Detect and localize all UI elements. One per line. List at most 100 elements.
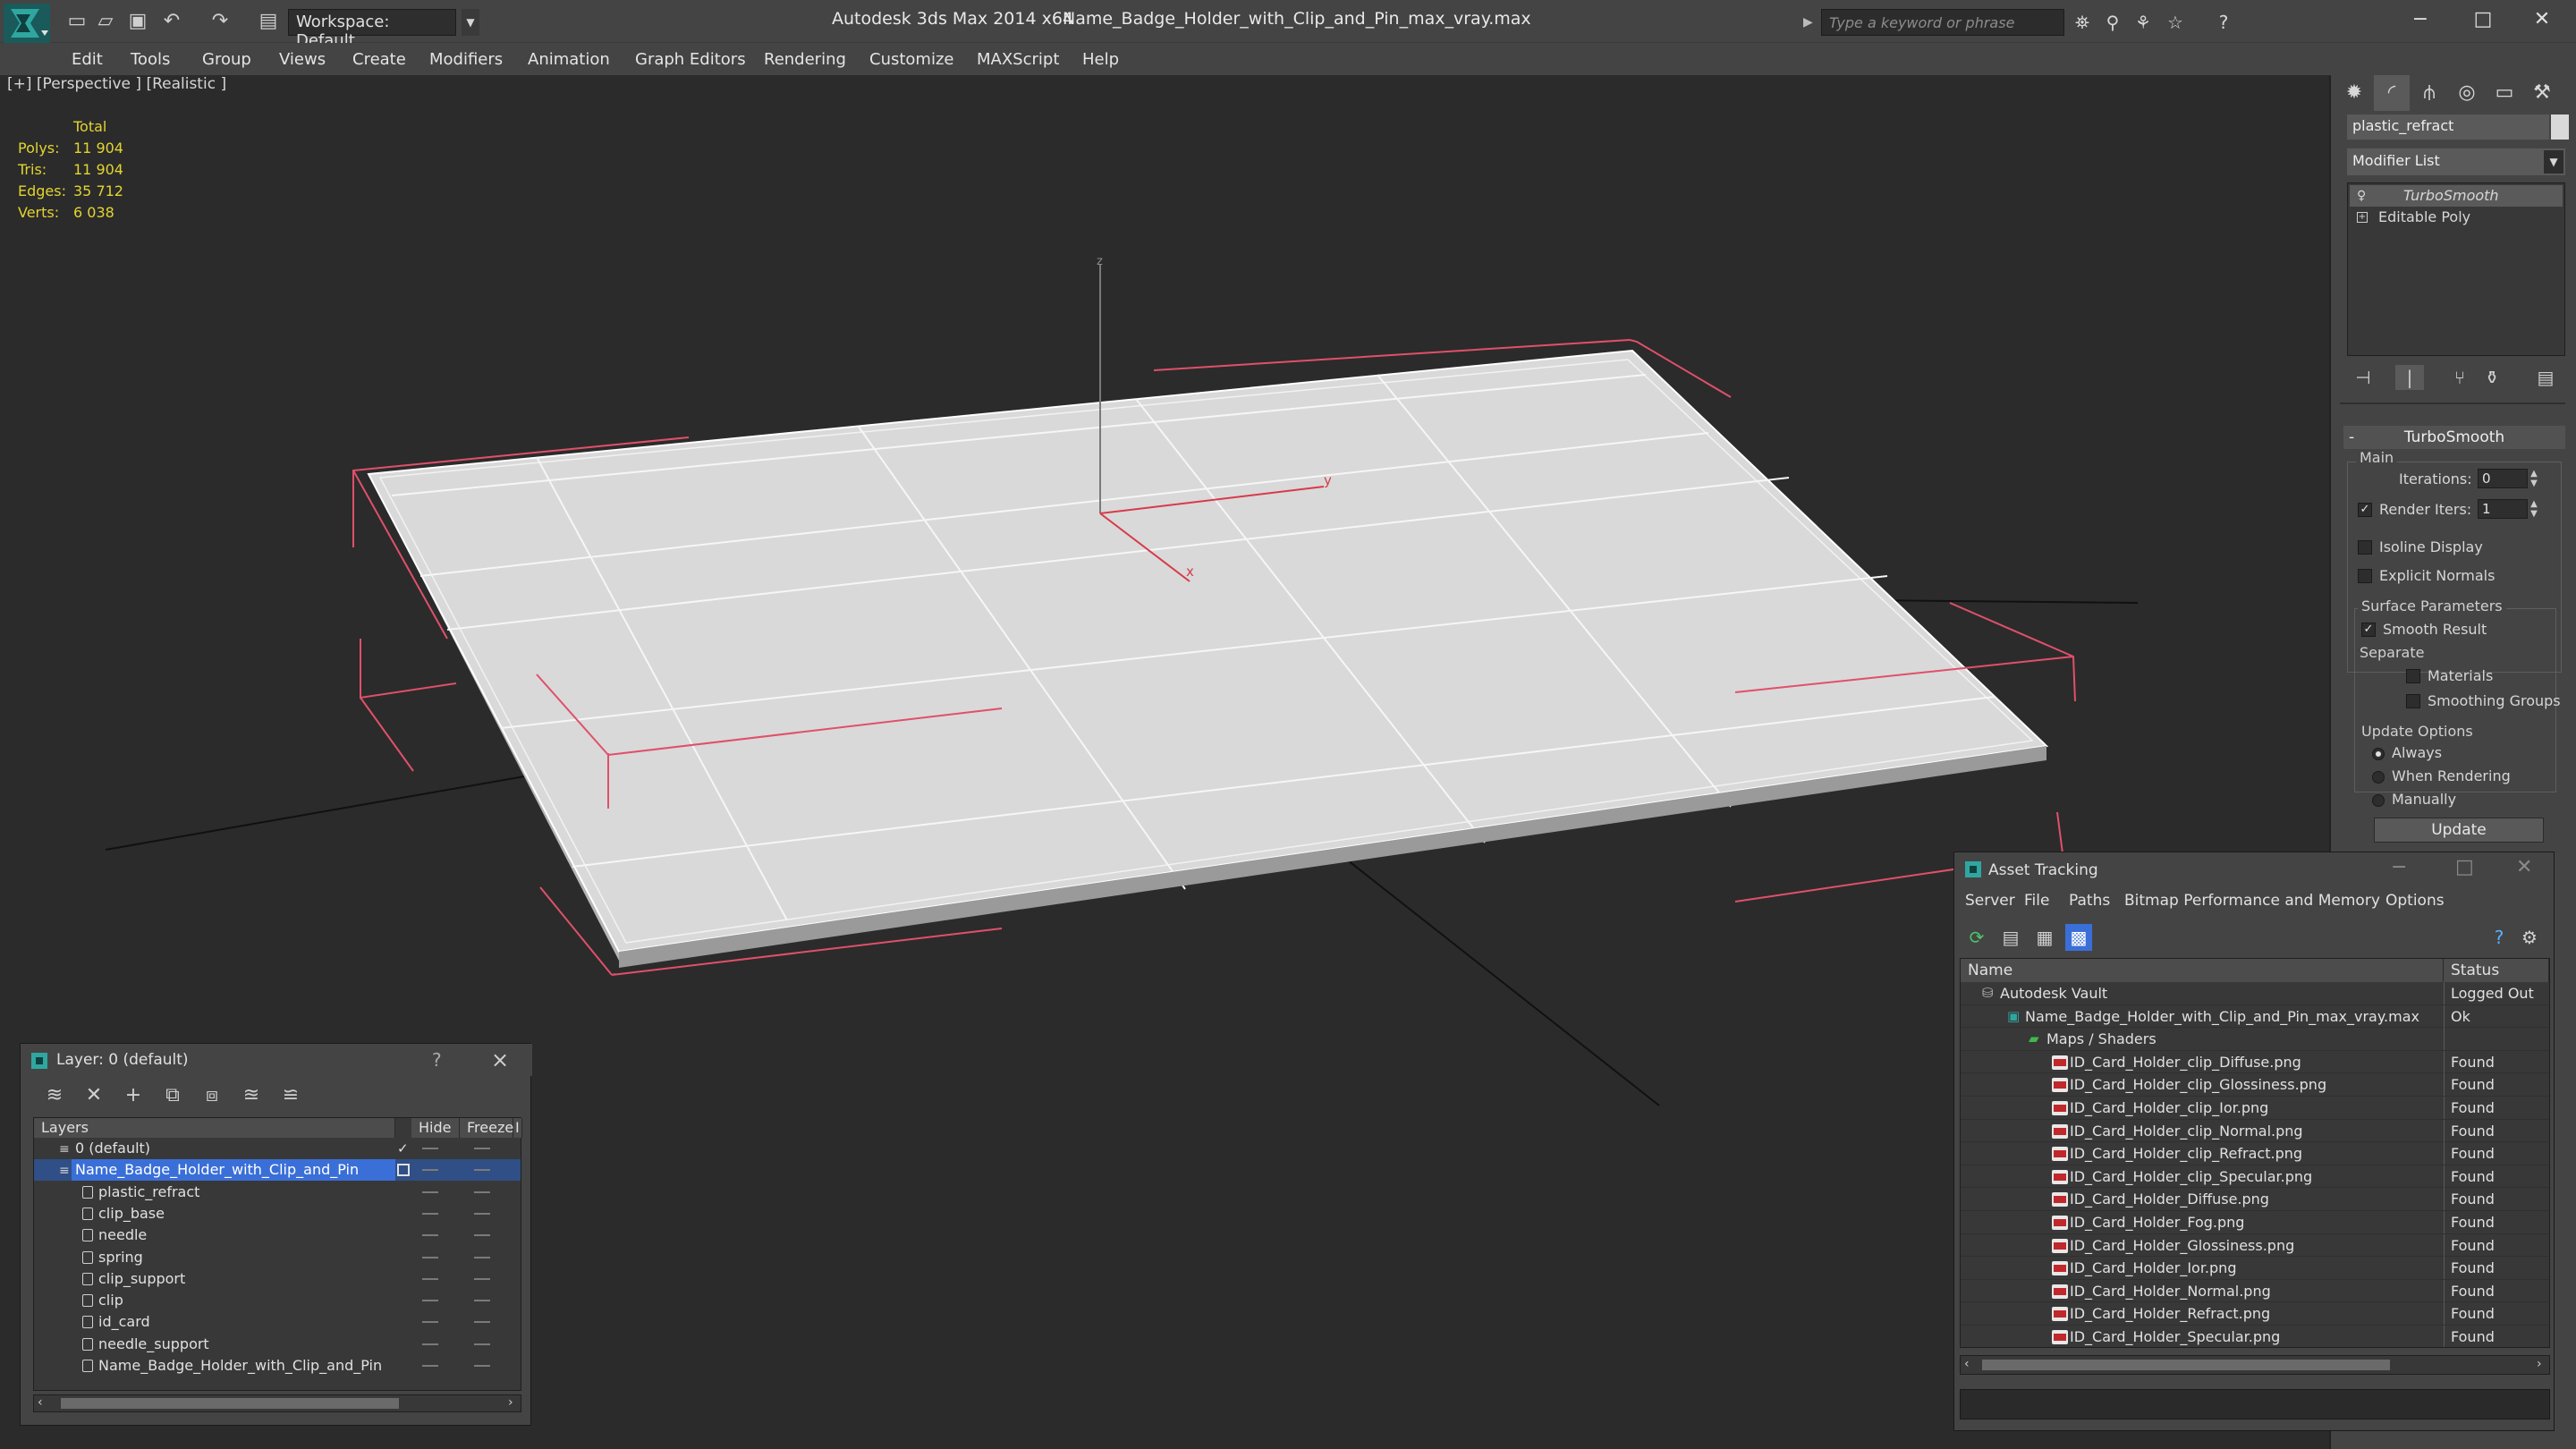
- turbosmooth-rollout-header[interactable]: - TurboSmooth: [2343, 426, 2565, 449]
- update-button[interactable]: Update: [2374, 818, 2544, 843]
- settings-icon[interactable]: ⚙: [2516, 924, 2543, 951]
- hide-all-layers-icon[interactable]: ≊: [235, 1081, 267, 1110]
- asset-row[interactable]: ▣ Name_Badge_Holder_with_Clip_and_Pin_max…: [1961, 1004, 2549, 1029]
- always-radio[interactable]: [2372, 748, 2385, 760]
- open-file-icon[interactable]: ▱: [93, 9, 118, 34]
- freeze-toggle[interactable]: [474, 1300, 490, 1302]
- display-tab-icon[interactable]: ▭: [2487, 75, 2522, 111]
- hide-toggle[interactable]: [422, 1365, 438, 1367]
- smooth-result-checkbox[interactable]: ✓: [2361, 623, 2376, 637]
- asset-menu-options[interactable]: Options: [2385, 892, 2445, 910]
- asset-row[interactable]: ID_Card_Holder_Specular.png Found: [1961, 1326, 2549, 1347]
- search-expand-icon[interactable]: ▶: [1803, 11, 1818, 34]
- make-unique-icon[interactable]: ⑂: [2445, 365, 2474, 390]
- asset-row[interactable]: ID_Card_Holder_Glossiness.png Found: [1961, 1233, 2549, 1258]
- maximize-icon[interactable]: □: [2455, 856, 2474, 878]
- list-view-icon[interactable]: ▤: [1997, 924, 2024, 951]
- col-layers[interactable]: Layers: [34, 1118, 395, 1138]
- add-to-layer-icon[interactable]: +: [117, 1081, 149, 1110]
- object-color-swatch[interactable]: [2551, 114, 2569, 140]
- scroll-left-icon[interactable]: ‹: [38, 1395, 43, 1410]
- menu-create[interactable]: Create: [352, 50, 406, 69]
- asset-menu-file[interactable]: File: [2024, 892, 2049, 910]
- new-file-icon[interactable]: ▭: [64, 9, 89, 34]
- hide-toggle[interactable]: [422, 1148, 438, 1149]
- lightbulb-icon[interactable]: ♀: [2357, 185, 2366, 207]
- iterations-spinner[interactable]: 0: [2478, 469, 2528, 488]
- stack-item-turbosmooth[interactable]: ♀ TurboSmooth: [2350, 185, 2563, 207]
- manually-radio[interactable]: [2372, 794, 2385, 807]
- current-layer-check-icon[interactable]: ✓: [397, 1138, 409, 1159]
- communication-center-icon[interactable]: ⚘: [2131, 11, 2156, 34]
- select-objects-icon[interactable]: ⧉: [157, 1081, 189, 1110]
- hide-toggle[interactable]: [422, 1191, 438, 1193]
- scroll-right-icon[interactable]: ›: [508, 1395, 513, 1410]
- menu-modifiers[interactable]: Modifiers: [429, 50, 503, 69]
- configure-modifier-sets-icon[interactable]: ▤: [2531, 365, 2560, 390]
- asset-path-field[interactable]: [1960, 1389, 2550, 1419]
- create-layer-icon[interactable]: ≋: [38, 1081, 71, 1110]
- modify-tab-icon[interactable]: ◜: [2374, 75, 2410, 111]
- close-icon[interactable]: ✕: [2516, 856, 2532, 878]
- utilities-tab-icon[interactable]: ⚒: [2524, 75, 2560, 111]
- favorites-star-icon[interactable]: ☆: [2163, 11, 2188, 34]
- freeze-toggle[interactable]: [474, 1365, 490, 1367]
- save-icon[interactable]: ▣: [125, 9, 150, 34]
- layer-row[interactable]: needle: [34, 1224, 521, 1246]
- badge-holder-model[interactable]: [367, 349, 2049, 968]
- binoculars-icon[interactable]: ⛯: [2070, 11, 2095, 34]
- asset-menu-bitmap-performance[interactable]: Bitmap Performance and Memory: [2124, 892, 2380, 910]
- hide-toggle[interactable]: [422, 1212, 438, 1215]
- stack-item-editable-poly[interactable]: + Editable Poly: [2350, 207, 2563, 228]
- modifier-list-dropdown[interactable]: Modifier List: [2347, 148, 2565, 175]
- workspace-select[interactable]: Workspace: Default: [288, 9, 456, 50]
- explicit-normals-checkbox[interactable]: [2358, 569, 2372, 583]
- isoline-display-checkbox[interactable]: [2358, 540, 2372, 555]
- minimize-icon[interactable]: −: [2391, 856, 2407, 878]
- asset-menu-server[interactable]: Server: [1965, 892, 2015, 910]
- app-logo-icon[interactable]: [4, 4, 50, 43]
- col-render[interactable]: I: [513, 1118, 522, 1138]
- col-status[interactable]: Status: [2444, 959, 2549, 982]
- freeze-toggle[interactable]: [474, 1343, 490, 1345]
- pin-stack-icon[interactable]: ⊣: [2349, 365, 2377, 390]
- spinner-arrows-icon[interactable]: ▲ ▼: [2528, 469, 2540, 488]
- smoothing-groups-checkbox[interactable]: [2406, 694, 2420, 708]
- freeze-toggle[interactable]: [474, 1148, 490, 1149]
- freeze-toggle[interactable]: [474, 1321, 490, 1324]
- menu-maxscript[interactable]: MAXScript: [977, 50, 1059, 69]
- asset-row[interactable]: ID_Card_Holder_clip_Refract.png Found: [1961, 1142, 2549, 1165]
- freeze-toggle[interactable]: [474, 1234, 490, 1237]
- asset-row[interactable]: ID_Card_Holder_clip_Normal.png Found: [1961, 1119, 2549, 1143]
- table-view-icon[interactable]: ▦: [2031, 924, 2058, 951]
- col-freeze[interactable]: Freeze: [460, 1118, 513, 1138]
- horizontal-scrollbar[interactable]: ‹ ›: [33, 1394, 521, 1412]
- grid-view-icon[interactable]: ▩: [2065, 924, 2092, 951]
- object-name-field[interactable]: plastic_refract: [2347, 114, 2549, 140]
- scroll-right-icon[interactable]: ›: [2537, 1357, 2542, 1371]
- close-icon[interactable]: ×: [491, 1047, 509, 1072]
- asset-row[interactable]: ID_Card_Holder_Normal.png Found: [1961, 1279, 2549, 1303]
- layer-row[interactable]: clip: [34, 1290, 521, 1311]
- search-input[interactable]: Type a keyword or phrase: [1821, 9, 2064, 36]
- maximize-icon[interactable]: □: [2456, 4, 2510, 36]
- asset-row[interactable]: ID_Card_Holder_clip_Ior.png Found: [1961, 1097, 2549, 1120]
- motion-tab-icon[interactable]: ◎: [2449, 75, 2485, 111]
- layer-row[interactable]: clip_support: [34, 1268, 521, 1290]
- freeze-toggle[interactable]: [474, 1256, 490, 1258]
- scroll-left-icon[interactable]: ‹: [1964, 1357, 1970, 1371]
- set-current-layer-box[interactable]: [397, 1164, 410, 1177]
- menu-group[interactable]: Group: [202, 50, 251, 69]
- highlight-layer-icon[interactable]: ⧈: [196, 1081, 228, 1110]
- horizontal-scrollbar[interactable]: ‹ ›: [1960, 1355, 2550, 1375]
- asset-row[interactable]: ▰ Maps / Shaders: [1961, 1028, 2549, 1051]
- hierarchy-tab-icon[interactable]: ⫛: [2411, 75, 2447, 111]
- menu-help[interactable]: Help: [1082, 50, 1119, 69]
- help-icon[interactable]: ?: [2486, 924, 2512, 951]
- close-icon[interactable]: ✕: [2515, 4, 2569, 36]
- chevron-down-icon[interactable]: ▼: [2544, 150, 2563, 174]
- show-end-result-icon[interactable]: |: [2395, 365, 2424, 390]
- freeze-all-layers-icon[interactable]: ≌: [275, 1081, 307, 1110]
- asset-row[interactable]: ID_Card_Holder_clip_Glossiness.png Found: [1961, 1073, 2549, 1097]
- layer-row[interactable]: id_card: [34, 1311, 521, 1333]
